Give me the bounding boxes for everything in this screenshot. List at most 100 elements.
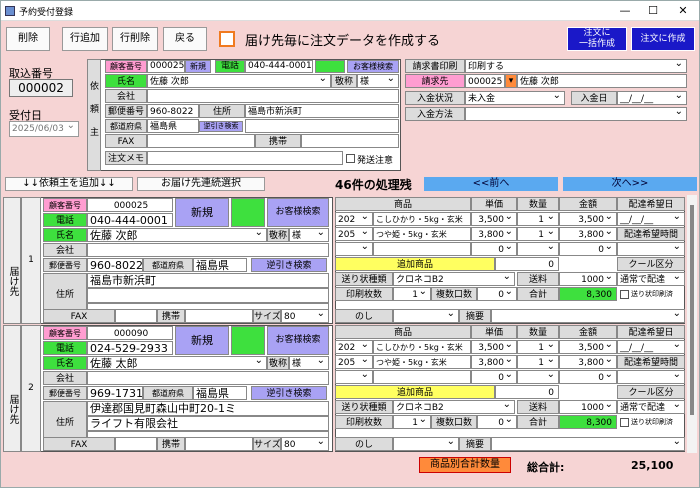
ship-fee-select[interactable]: 1000 <box>559 272 617 286</box>
client-zip-field[interactable]: 960-8022 <box>147 104 199 118</box>
pay-date-picker[interactable]: __/__/__ <box>617 91 687 105</box>
pay-status-select[interactable]: 未入金 <box>465 91 565 105</box>
summary-select[interactable] <box>491 437 685 451</box>
item-price[interactable]: 3,800 <box>471 355 517 369</box>
item-qty[interactable]: 1 <box>517 227 559 241</box>
print-count-select[interactable]: 1 <box>393 287 431 301</box>
dest-pref-field[interactable]: 福島県 <box>193 386 247 400</box>
bulk-select-button[interactable]: お届け先連続選択 <box>137 177 265 191</box>
dest-phone[interactable]: 024-529-2933 <box>87 341 173 355</box>
dest-size-select[interactable]: 80 <box>281 309 329 323</box>
item-code-select[interactable]: 205 <box>335 355 373 369</box>
slip-printed-checkbox[interactable] <box>620 418 629 427</box>
dest-name-field[interactable]: 佐藤 次郎 <box>87 228 267 242</box>
client-cust-no[interactable]: 000025 <box>147 60 185 73</box>
ship-note-checkbox[interactable] <box>346 154 355 163</box>
by-product-total-button[interactable]: 商品別合計数量 <box>419 457 511 473</box>
ship-fee-select[interactable]: 1000 <box>559 400 617 414</box>
item-price[interactable]: 0 <box>471 370 517 384</box>
dest-fax-field[interactable] <box>115 309 157 323</box>
item-qty[interactable]: 1 <box>517 340 559 354</box>
item-price[interactable]: 0 <box>471 242 517 256</box>
add-client-button[interactable]: ↓↓依頼主を追加↓↓ <box>5 177 133 191</box>
dest-reverse-search-button[interactable]: 逆引き検索 <box>251 258 327 272</box>
delivery-time-select[interactable] <box>617 242 685 256</box>
bill-to-no[interactable]: 000025 <box>465 74 505 88</box>
cool-select[interactable]: 通常で配達 <box>617 400 685 414</box>
dest-cust-no[interactable]: 000090 <box>87 326 173 340</box>
multi-count-select[interactable]: 0 <box>477 415 517 429</box>
item-price[interactable]: 3,500 <box>471 340 517 354</box>
delivery-date-picker[interactable]: __/__/__ <box>617 212 685 226</box>
dest-search-button[interactable]: お客様検索 <box>267 326 329 355</box>
delete-button[interactable]: 削除 <box>6 27 50 51</box>
date-picker[interactable]: 2025/06/03 <box>9 119 79 137</box>
dest-address-line1[interactable]: 福島市新浜町 <box>87 273 329 288</box>
ship-type-select[interactable]: クロネコB2 <box>393 400 515 414</box>
dest-search-button[interactable]: お客様検索 <box>267 198 329 227</box>
client-phone[interactable]: 040-444-0001 <box>245 60 313 73</box>
dest-address-line2[interactable] <box>87 288 329 303</box>
item-price[interactable]: 3,800 <box>471 227 517 241</box>
client-honor-select[interactable]: 様 <box>357 74 399 88</box>
client-address-field[interactable]: 福島市新浜町 <box>245 104 399 118</box>
delivery-date-picker[interactable]: __/__/__ <box>617 340 685 354</box>
item-name[interactable] <box>373 242 471 256</box>
item-code-select[interactable]: 205 <box>335 227 373 241</box>
item-qty[interactable] <box>517 242 559 256</box>
item-code-select[interactable]: 202 <box>335 212 373 226</box>
item-code-select[interactable] <box>335 242 373 256</box>
client-memo-field[interactable] <box>147 151 343 165</box>
per-destination-checkbox[interactable] <box>219 31 235 47</box>
dest-pref-field[interactable]: 福島県 <box>193 258 247 272</box>
noshi-select[interactable] <box>393 437 459 451</box>
dest-zip-field[interactable]: 960-8022 <box>87 258 143 272</box>
item-amount[interactable]: 0 <box>559 242 617 256</box>
invoice-print-select[interactable]: 印刷する <box>465 59 687 73</box>
dest-size-select[interactable]: 80 <box>281 437 329 451</box>
vertical-scrollbar[interactable] <box>687 195 697 453</box>
item-code-select[interactable] <box>335 370 373 384</box>
item-price[interactable]: 3,500 <box>471 212 517 226</box>
dest-cust-no[interactable]: 000025 <box>87 198 173 212</box>
print-count-select[interactable]: 1 <box>393 415 431 429</box>
client-pref-field[interactable]: 福島県 <box>147 119 199 133</box>
client-fax-field[interactable] <box>147 134 255 148</box>
dest-fax-field[interactable] <box>115 437 157 451</box>
item-name[interactable] <box>373 370 471 384</box>
dest-new-button[interactable]: 新規 <box>175 326 229 355</box>
prev-button[interactable]: <<前へ <box>424 177 558 191</box>
delivery-time-select[interactable] <box>617 370 685 384</box>
close-icon[interactable]: ✕ <box>673 3 693 19</box>
item-name[interactable]: つや姫・5kg・玄米 <box>373 355 471 369</box>
client-reverse-search-button[interactable]: 逆引き検索 <box>199 121 243 132</box>
multi-count-select[interactable]: 0 <box>477 287 517 301</box>
client-address2-field[interactable] <box>245 119 399 133</box>
add-product-button[interactable]: 追加商品 <box>335 385 495 399</box>
back-button[interactable]: 戻る <box>163 27 207 51</box>
dest-mobile-field[interactable] <box>185 437 253 451</box>
client-new-button[interactable]: 新規 <box>185 60 211 73</box>
bulk-order-button[interactable]: 注文に 一括作成 <box>567 27 627 51</box>
dest-company-field[interactable] <box>87 371 329 385</box>
dest-zip-field[interactable]: 969-1731 <box>87 386 143 400</box>
dest-new-button[interactable]: 新規 <box>175 198 229 227</box>
item-amount[interactable]: 3,800 <box>559 227 617 241</box>
make-order-button[interactable]: 注文に作成 <box>631 27 695 51</box>
dest-company-field[interactable] <box>87 243 329 257</box>
dest-phone[interactable]: 040-444-0001 <box>87 213 173 227</box>
add-product-button[interactable]: 追加商品 <box>335 257 495 271</box>
item-name[interactable]: こしひかり・5kg・玄米 <box>373 340 471 354</box>
client-mobile-field[interactable] <box>301 134 399 148</box>
dest-reverse-search-button[interactable]: 逆引き検索 <box>251 386 327 400</box>
ship-type-select[interactable]: クロネコB2 <box>393 272 515 286</box>
cool-select[interactable]: 通常で配達 <box>617 272 685 286</box>
bill-to-dropdown-icon[interactable]: ▾ <box>505 74 517 88</box>
next-button[interactable]: 次へ>> <box>563 177 697 191</box>
item-amount[interactable]: 3,500 <box>559 340 617 354</box>
dest-address-line2[interactable]: ライフト有限会社 <box>87 416 329 431</box>
add-row-button[interactable]: 行追加 <box>62 27 108 51</box>
dest-honor-select[interactable]: 様 <box>289 228 329 242</box>
pay-method-select[interactable] <box>465 107 687 121</box>
client-company-field[interactable] <box>147 89 399 103</box>
